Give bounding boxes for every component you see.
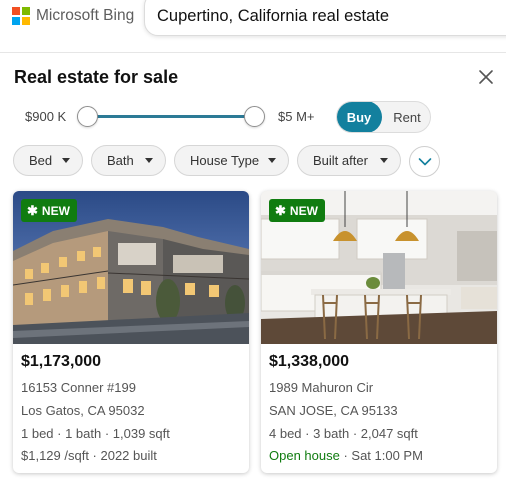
listing-extra-text: $1,129 /sqft · 2022 built bbox=[21, 448, 157, 463]
filter-bed[interactable]: Bed bbox=[13, 145, 83, 176]
caret-down-icon bbox=[62, 158, 70, 163]
buy-button[interactable]: Buy bbox=[337, 102, 382, 132]
listing-extra: Open house · Sat 1:00 PM bbox=[269, 448, 423, 463]
search-input[interactable]: Cupertino, California real estate bbox=[144, 0, 506, 36]
badge-label: NEW bbox=[289, 203, 318, 218]
chevron-down-icon bbox=[418, 158, 432, 166]
filter-house-type[interactable]: House Type bbox=[174, 145, 289, 176]
price-min-label: $900 K bbox=[25, 109, 67, 124]
slider-track bbox=[87, 115, 255, 118]
filter-built-after[interactable]: Built after bbox=[297, 145, 401, 176]
asterisk-icon: ✱ bbox=[27, 202, 38, 218]
price-range-slider[interactable] bbox=[77, 106, 265, 128]
filter-label: House Type bbox=[190, 153, 260, 168]
listing-card[interactable]: ✱ NEW $1,338,000 1989 Mahuron Cir SAN JO… bbox=[261, 191, 497, 473]
listing-extra-text: · Sat 1:00 PM bbox=[339, 448, 423, 463]
panel-title: Real estate for sale bbox=[14, 67, 179, 87]
asterisk-icon: ✱ bbox=[275, 202, 286, 218]
filter-label: Built after bbox=[313, 153, 368, 168]
listing-specs: 4 bed · 3 bath · 2,047 sqft bbox=[269, 426, 418, 441]
listing-city: SAN JOSE, CA 95133 bbox=[269, 403, 398, 418]
filter-label: Bath bbox=[107, 153, 134, 168]
logo-text: Microsoft Bing bbox=[36, 7, 135, 24]
price-max-label: $5 M+ bbox=[278, 109, 315, 124]
close-icon[interactable] bbox=[477, 68, 495, 86]
filter-label: Bed bbox=[29, 153, 53, 168]
rent-button[interactable]: Rent bbox=[383, 102, 430, 132]
listing-price: $1,338,000 bbox=[269, 353, 350, 370]
listing-photo-townhouses[interactable]: ✱ NEW bbox=[13, 191, 249, 344]
badge-label: NEW bbox=[41, 203, 70, 218]
open-house-label[interactable]: Open house bbox=[269, 448, 340, 463]
listing-address: 1989 Mahuron Cir bbox=[269, 380, 374, 395]
more-filters-button[interactable] bbox=[409, 146, 440, 177]
new-badge: ✱ NEW bbox=[269, 199, 325, 222]
listing-photo-kitchen[interactable]: ✱ NEW bbox=[261, 191, 497, 344]
search-query-text: Cupertino, California real estate bbox=[157, 7, 390, 25]
bing-logo[interactable]: Microsoft Bing bbox=[12, 6, 134, 26]
caret-down-icon bbox=[380, 158, 388, 163]
caret-down-icon bbox=[268, 158, 276, 163]
new-badge: ✱ NEW bbox=[21, 199, 77, 222]
listing-price: $1,173,000 bbox=[21, 353, 102, 370]
listing-extra: $1,129 /sqft · 2022 built bbox=[21, 448, 157, 463]
listing-card[interactable]: ✱ NEW $1,173,000 16153 Conner #199 Los G… bbox=[13, 191, 249, 473]
caret-down-icon bbox=[145, 158, 153, 163]
slider-min-handle[interactable] bbox=[77, 106, 98, 127]
listing-address: 16153 Conner #199 bbox=[21, 380, 136, 395]
listing-specs: 1 bed · 1 bath · 1,039 sqft bbox=[21, 426, 170, 441]
listing-city: Los Gatos, CA 95032 bbox=[21, 403, 145, 418]
header-divider bbox=[0, 52, 506, 53]
buy-rent-toggle: Buy Rent bbox=[336, 101, 431, 133]
filter-bath[interactable]: Bath bbox=[91, 145, 166, 176]
slider-max-handle[interactable] bbox=[244, 106, 265, 127]
header: Microsoft Bing Cupertino, California rea… bbox=[0, 0, 506, 52]
microsoft-logo-icon bbox=[12, 7, 30, 25]
